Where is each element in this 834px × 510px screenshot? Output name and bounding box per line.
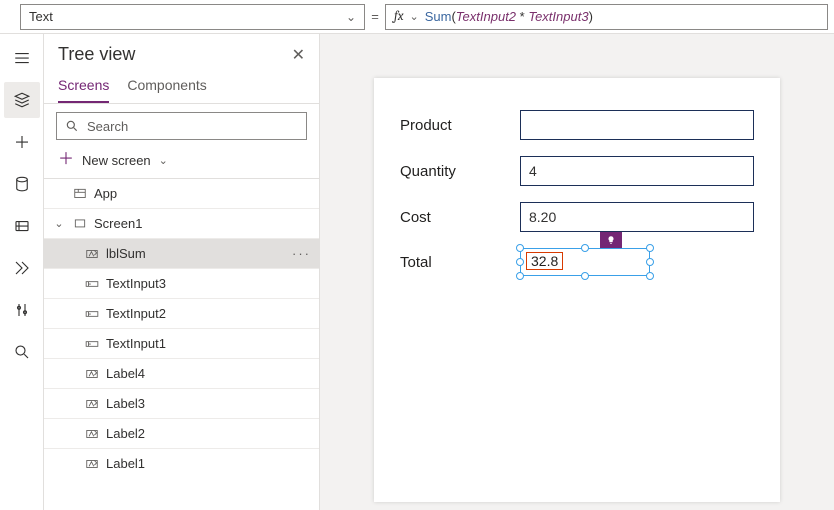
canvas[interactable]: Product Quantity 4 Cost 8.20 Total	[320, 34, 834, 510]
resize-handle[interactable]	[516, 258, 524, 266]
search-icon	[65, 119, 79, 133]
tree-item-textinput1[interactable]: TextInput1	[44, 328, 319, 358]
property-selector[interactable]: Text ⌄	[20, 4, 365, 30]
chevron-down-icon: ⌄	[159, 154, 168, 167]
formula-text: Sum(TextInput2 * TextInput3)	[425, 9, 593, 25]
total-label: Total	[400, 254, 520, 271]
resize-handle[interactable]	[581, 244, 589, 252]
power-automate-icon[interactable]	[4, 250, 40, 286]
total-value: 32.8	[526, 252, 563, 270]
resize-handle[interactable]	[646, 272, 654, 280]
more-icon[interactable]: ···	[292, 246, 311, 261]
chevron-down-icon: ⌄	[346, 10, 356, 24]
data-icon[interactable]	[4, 166, 40, 202]
formula-bar[interactable]: fx ⌄ Sum(TextInput2 * TextInput3)	[385, 4, 828, 30]
plus-icon: ＋	[58, 152, 74, 168]
panel-title: Tree view	[58, 44, 135, 65]
media-icon[interactable]	[4, 208, 40, 244]
search-input[interactable]: Search	[56, 112, 307, 140]
tab-screens[interactable]: Screens	[58, 71, 109, 103]
resize-handle[interactable]	[516, 244, 524, 252]
search-icon[interactable]	[4, 334, 40, 370]
chevron-down-icon[interactable]: ⌄	[52, 217, 66, 230]
textinput-icon	[84, 306, 100, 322]
chevron-down-icon: ⌄	[410, 10, 419, 23]
tree-list: App ⌄ Screen1 lblSum ··· TextInput3 Text…	[44, 178, 319, 510]
tree-item-app[interactable]: App	[44, 178, 319, 208]
tree-item-lblsum[interactable]: lblSum ···	[44, 238, 319, 268]
property-name: Text	[29, 9, 53, 24]
tree-view-panel: Tree view ✕ Screens Components Search ＋ …	[44, 34, 320, 510]
screen-preview: Product Quantity 4 Cost 8.20 Total	[374, 78, 780, 502]
tree-item-label4[interactable]: Label4	[44, 358, 319, 388]
label-icon	[84, 426, 100, 442]
tree-item-screen1[interactable]: ⌄ Screen1	[44, 208, 319, 238]
fx-icon: fx	[394, 9, 404, 24]
cost-input[interactable]: 8.20	[520, 202, 754, 232]
label-icon	[84, 456, 100, 472]
left-rail	[0, 34, 44, 510]
quantity-input[interactable]: 4	[520, 156, 754, 186]
hamburger-icon[interactable]	[4, 40, 40, 76]
settings-icon[interactable]	[4, 292, 40, 328]
tree-item-label2[interactable]: Label2	[44, 418, 319, 448]
quantity-label: Quantity	[400, 163, 520, 180]
tree-view-icon[interactable]	[4, 82, 40, 118]
resize-handle[interactable]	[516, 272, 524, 280]
new-screen-button[interactable]: ＋ New screen ⌄	[44, 148, 319, 178]
selected-control-lblsum[interactable]: 32.8	[520, 248, 650, 276]
tree-item-textinput2[interactable]: TextInput2	[44, 298, 319, 328]
search-placeholder: Search	[87, 119, 128, 134]
equals-label: =	[365, 9, 385, 24]
textinput-icon	[84, 336, 100, 352]
product-label: Product	[400, 117, 520, 134]
tree-item-label1[interactable]: Label1	[44, 448, 319, 478]
plus-icon[interactable]	[4, 124, 40, 160]
screen-icon	[72, 216, 88, 232]
resize-handle[interactable]	[646, 244, 654, 252]
close-icon[interactable]: ✕	[292, 45, 305, 65]
tab-components[interactable]: Components	[127, 71, 206, 103]
label-icon	[84, 246, 100, 262]
lightbulb-icon[interactable]	[600, 232, 622, 248]
app-icon	[72, 186, 88, 202]
label-icon	[84, 366, 100, 382]
cost-label: Cost	[400, 209, 520, 226]
resize-handle[interactable]	[581, 272, 589, 280]
tree-item-textinput3[interactable]: TextInput3	[44, 268, 319, 298]
label-icon	[84, 396, 100, 412]
product-input[interactable]	[520, 110, 754, 140]
textinput-icon	[84, 276, 100, 292]
tree-item-label3[interactable]: Label3	[44, 388, 319, 418]
resize-handle[interactable]	[646, 258, 654, 266]
